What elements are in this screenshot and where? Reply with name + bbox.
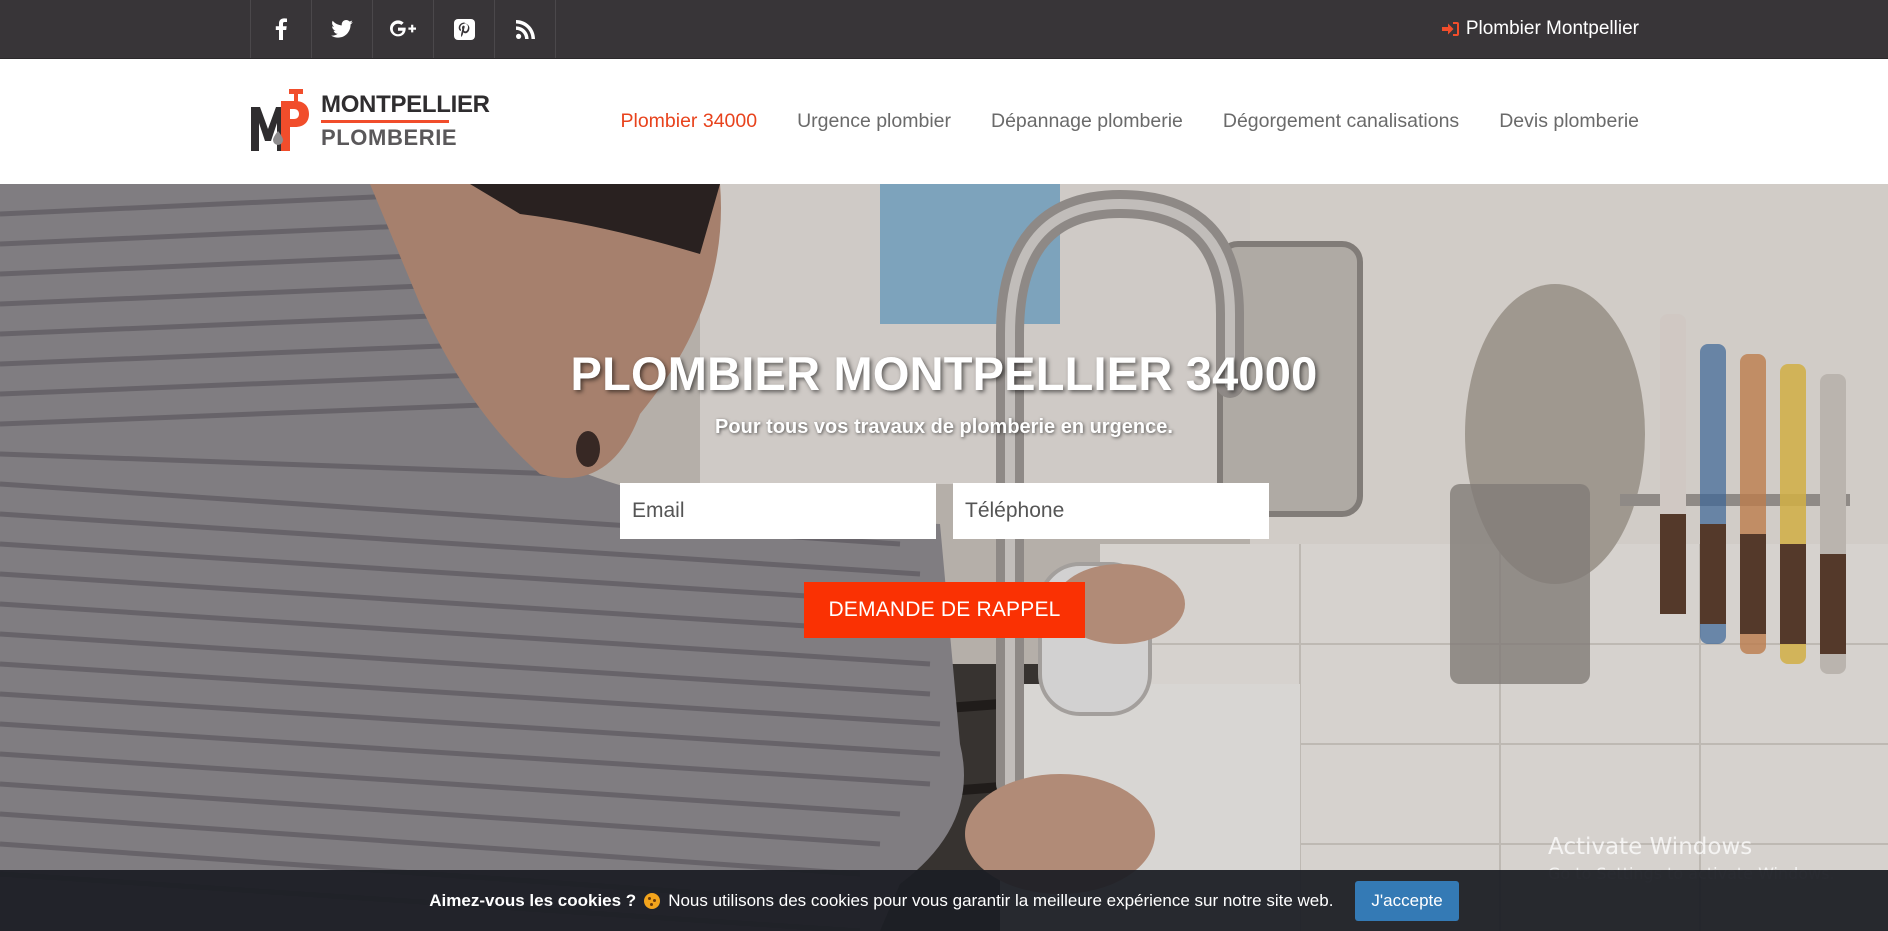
top-link-label: Plombier Montpellier <box>1465 18 1639 39</box>
rss-link[interactable] <box>495 0 556 58</box>
cookie-text: Nous utilisons des cookies pour vous gar… <box>668 890 1334 910</box>
facebook-link[interactable] <box>251 0 312 58</box>
cookie-banner: Aimez-vous les cookies ? Nous utilisons … <box>0 870 1888 931</box>
hero-overlay <box>0 184 1888 931</box>
phone-field[interactable] <box>953 483 1269 539</box>
rss-icon <box>515 19 535 39</box>
cookie-message: Aimez-vous les cookies ? Nous utilisons … <box>429 891 1333 911</box>
logo-word-plomberie: PLOMBERIE <box>321 125 458 150</box>
nav-item-devis-plomberie[interactable]: Devis plomberie <box>1499 110 1639 133</box>
sign-in-icon <box>1441 22 1459 36</box>
mp-logo-mark <box>251 89 309 151</box>
email-field[interactable] <box>620 483 936 539</box>
facebook-icon <box>275 18 287 40</box>
nav-item-urgence-plombier[interactable]: Urgence plombier <box>797 110 951 133</box>
cookie-icon <box>644 892 661 909</box>
twitter-link[interactable] <box>312 0 373 58</box>
cookie-title: Aimez-vous les cookies ? <box>429 890 637 910</box>
watermark-line1: Activate Windows <box>1548 834 1753 860</box>
main-nav: Plombier 34000 Urgence plombier Dépannag… <box>620 59 1639 184</box>
logo-word-montpellier: MONTPELLIER <box>321 91 490 118</box>
google-plus-icon <box>390 20 416 37</box>
hero-title: PLOMBIER MONTPELLIER 34000 <box>570 347 1318 400</box>
logo-divider <box>321 120 449 123</box>
hero-subtitle: Pour tous vos travaux de plomberie en ur… <box>715 416 1173 438</box>
callback-request-button[interactable]: DEMANDE DE RAPPEL <box>804 582 1085 638</box>
google-plus-link[interactable] <box>373 0 434 58</box>
nav-item-depannage-plomberie[interactable]: Dépannage plomberie <box>991 110 1183 133</box>
top-bar: Plombier Montpellier <box>0 0 1888 59</box>
pinterest-link[interactable] <box>434 0 495 58</box>
nav-item-plombier-34000[interactable]: Plombier 34000 <box>620 110 757 133</box>
site-logo[interactable]: MONTPELLIER PLOMBERIE <box>249 87 490 153</box>
twitter-icon <box>331 20 353 38</box>
pinterest-icon <box>453 18 475 40</box>
site-header: MONTPELLIER PLOMBERIE Plombier 34000 Urg… <box>0 59 1888 184</box>
social-links <box>250 0 556 58</box>
hero-section: PLOMBIER MONTPELLIER 34000 Pour tous vos… <box>0 184 1888 931</box>
accept-cookies-button[interactable]: J'accepte <box>1355 880 1459 921</box>
plombier-montpellier-link[interactable]: Plombier Montpellier <box>1441 0 1639 58</box>
nav-item-degorgement-canalisations[interactable]: Dégorgement canalisations <box>1223 110 1459 133</box>
